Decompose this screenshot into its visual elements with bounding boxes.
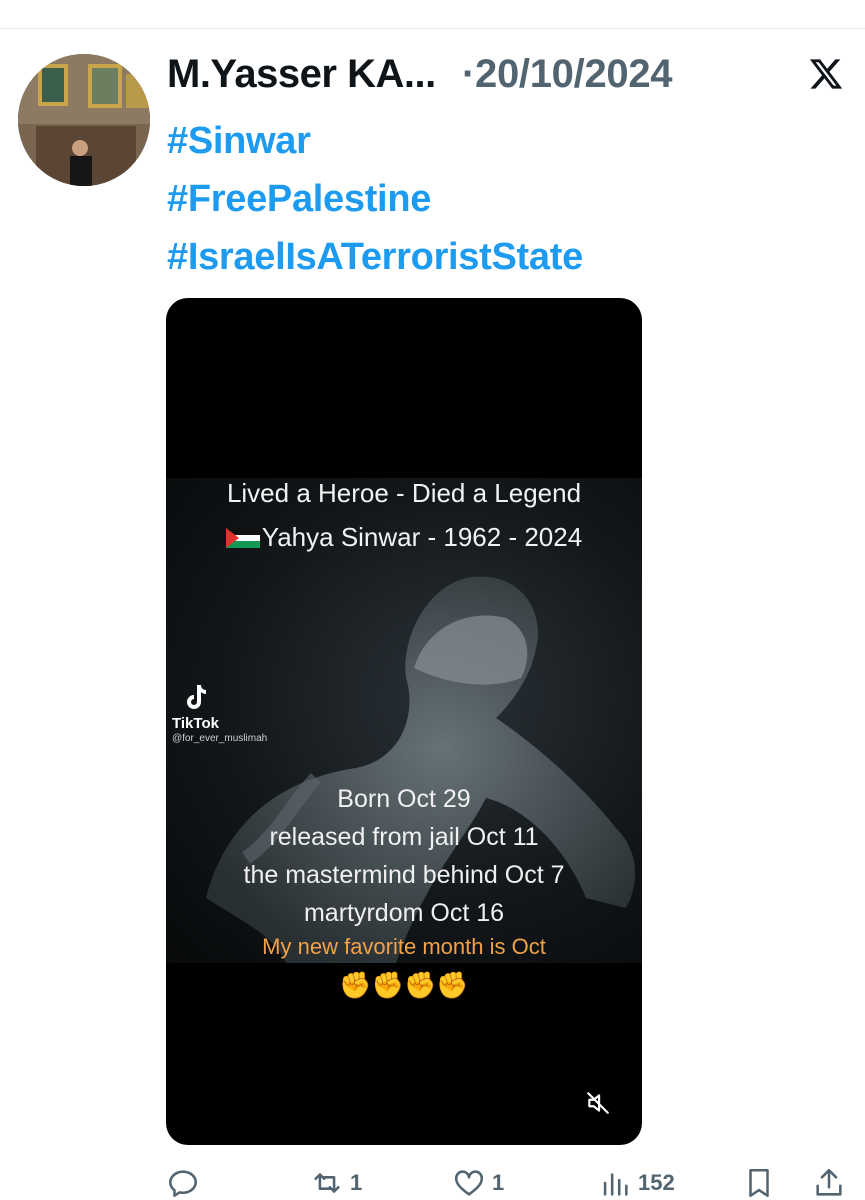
top-divider <box>0 28 865 29</box>
video-facts: Born Oct 29 released from jail Oct 11 th… <box>166 780 642 932</box>
tiktok-handle: @for_ever_muslimah <box>172 733 268 744</box>
bookmark-button[interactable] <box>742 1166 776 1200</box>
views-count: 152 <box>638 1170 675 1195</box>
bookmark-icon <box>749 1168 769 1198</box>
video-title-line2-text: Yahya Sinwar - 1962 - 2024 <box>261 522 583 552</box>
views-button[interactable]: 152 <box>598 1166 675 1200</box>
x-logo-icon <box>809 59 843 89</box>
tiktok-watermark: TikTok @for_ever_muslimah <box>172 683 267 744</box>
hashtag-freepalestine[interactable]: #FreePalestine <box>167 170 583 228</box>
tiktok-icon <box>187 685 206 709</box>
retweet-icon <box>314 1173 340 1193</box>
retweet-count: 1 <box>350 1170 363 1195</box>
video-title-line2: Yahya Sinwar - 1962 - 2024 <box>166 522 642 553</box>
tiktok-brand: TikTok <box>172 715 219 732</box>
hashtag-list: #Sinwar #FreePalestine #IsraelIsATerrori… <box>167 112 583 286</box>
date-text: 20/10/2024 <box>475 52 673 96</box>
reply-button[interactable] <box>166 1166 200 1200</box>
fact-line: released from jail Oct 11 <box>269 823 539 851</box>
hashtag-sinwar[interactable]: #Sinwar <box>167 112 583 170</box>
video-player[interactable]: Lived a Heroe - Died a Legend Yahya Sinw… <box>166 298 642 1145</box>
avatar[interactable] <box>18 54 150 186</box>
hashtag-israelisaterroriststate[interactable]: #IsraelIsATerroristState <box>167 228 583 286</box>
date-separator: · <box>462 52 476 96</box>
tweet-date[interactable]: ·20/10/2024 <box>462 52 673 97</box>
palestine-flag-icon <box>225 528 260 548</box>
like-button[interactable]: 1 <box>452 1166 504 1200</box>
author-name[interactable]: M.Yasser KA... <box>167 52 436 97</box>
like-count: 1 <box>492 1170 505 1195</box>
share-icon <box>816 1168 842 1196</box>
fact-line: martyrdom Oct 16 <box>303 899 505 927</box>
reply-icon <box>168 1170 198 1198</box>
fact-line: Born Oct 29 <box>337 785 471 813</box>
tweet-actions: 1 1 152 <box>0 1166 865 1200</box>
mute-icon[interactable] <box>585 1090 611 1116</box>
like-icon <box>454 1170 484 1196</box>
fist-emoji-line: ✊✊✊✊ <box>339 970 469 1000</box>
avatar-photo <box>18 54 150 186</box>
views-icon <box>603 1173 628 1196</box>
video-title-line1: Lived a Heroe - Died a Legend <box>226 478 582 508</box>
share-button[interactable] <box>812 1166 846 1200</box>
fact-line: the mastermind behind Oct 7 <box>243 861 565 889</box>
retweet-button[interactable]: 1 <box>310 1166 362 1200</box>
favorite-month-line: My new favorite month is Oct <box>262 934 546 959</box>
